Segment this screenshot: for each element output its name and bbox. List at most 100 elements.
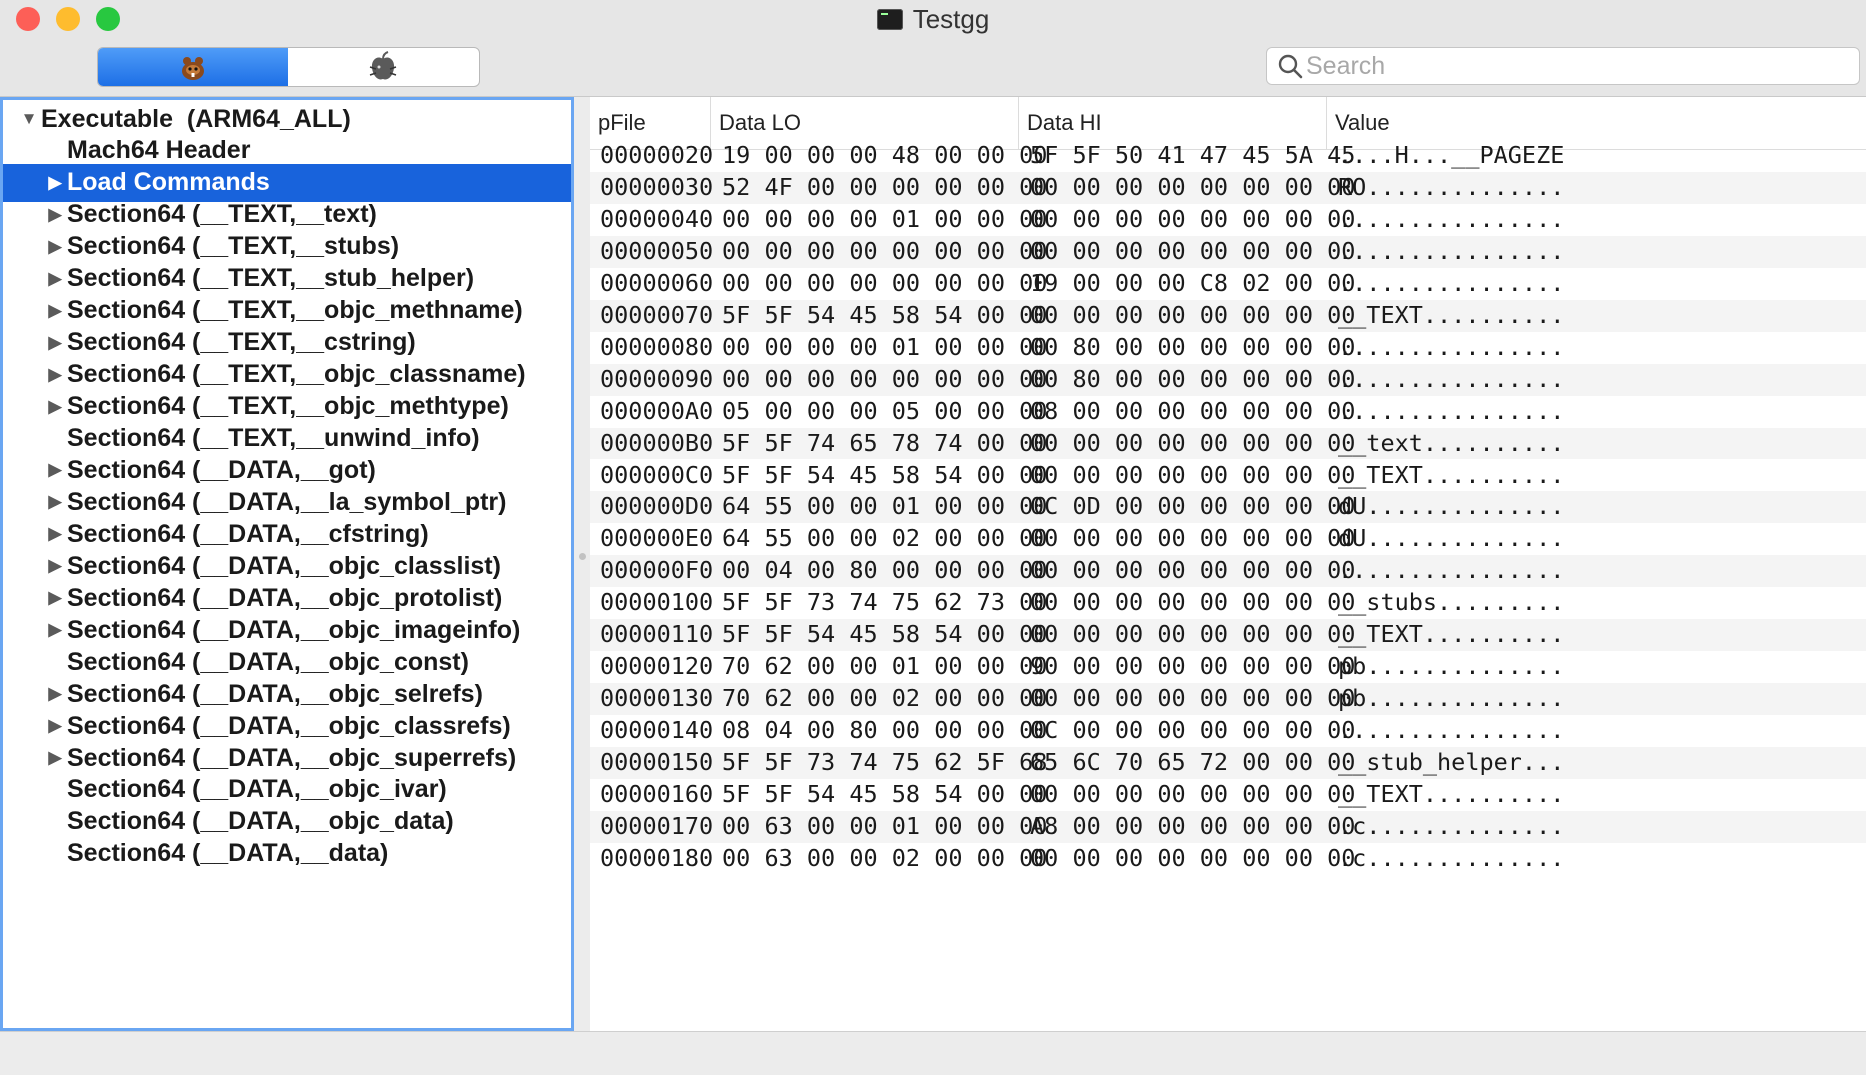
disclosure-collapsed-icon[interactable]: ▶ xyxy=(43,237,67,257)
disclosure-collapsed-icon[interactable]: ▶ xyxy=(43,556,67,576)
table-row[interactable]: 000000E0 64 55 00 00 02 00 00 00 00 00 00 … xyxy=(590,523,1866,555)
value-cell: RO.............. xyxy=(1338,172,1565,201)
split-view-divider[interactable] xyxy=(574,97,590,1031)
table-row[interactable]: 00000180 00 63 00 00 02 00 00 00 00 00 00 … xyxy=(590,843,1866,875)
pfile-cell: 000000E0 xyxy=(600,524,714,553)
pfile-cell: 00000080 xyxy=(600,332,714,361)
table-row[interactable]: 000000D0 64 55 00 00 01 00 00 00 0C 0D 00 … xyxy=(590,491,1866,524)
structure-tree[interactable]: ▼ Executable (ARM64_ALL) Mach64 Header ▶ Loa… xyxy=(0,97,574,1031)
pfile-cell: 00000050 xyxy=(600,236,714,265)
data-lo-cell: 00 63 00 00 02 00 00 00 xyxy=(722,843,1048,872)
value-cell: __TEXT.......... xyxy=(1338,300,1565,329)
disclosure-collapsed-icon[interactable]: ▶ xyxy=(43,301,67,321)
pfile-cell: 00000160 xyxy=(600,780,714,808)
table-row[interactable]: 00000080 00 00 00 00 01 00 00 00 00 80 00 … xyxy=(590,332,1866,364)
value-cell: dU.............. xyxy=(1338,524,1565,553)
table-row[interactable]: 00000110 5F 5F 54 45 58 54 00 00 00 00 00 … xyxy=(590,619,1866,652)
value-cell: pb.............. xyxy=(1338,684,1565,713)
tree-item-label: Load Commands xyxy=(67,168,270,197)
table-row[interactable]: 000000C0 5F 5F 54 45 58 54 00 00 00 00 00 … xyxy=(590,460,1866,492)
disclosure-collapsed-icon[interactable]: ▶ xyxy=(43,524,67,544)
data-hi-cell: 0C 0D 00 00 00 00 00 00 xyxy=(1030,492,1356,521)
disclosure-collapsed-icon[interactable]: ▶ xyxy=(43,269,67,289)
disclosure-collapsed-icon[interactable]: ▶ xyxy=(43,205,67,225)
disclosure-collapsed-icon[interactable]: ▶ xyxy=(43,460,67,480)
data-hi-cell: 00 00 00 00 00 00 00 00 xyxy=(1030,300,1356,329)
value-cell: ................ xyxy=(1338,364,1565,393)
search-field[interactable] xyxy=(1266,47,1860,85)
table-row[interactable]: 00000170 00 63 00 00 01 00 00 00 A8 00 00 … xyxy=(590,810,1866,843)
disclosure-collapsed-icon[interactable]: ▶ xyxy=(43,173,67,193)
pfile-cell: 00000030 xyxy=(600,172,714,201)
value-cell: ................ xyxy=(1338,236,1565,265)
value-cell: __TEXT.......... xyxy=(1338,460,1565,489)
value-cell: __stub_helper... xyxy=(1338,748,1565,777)
disclosure-collapsed-icon[interactable]: ▶ xyxy=(43,716,67,736)
value-cell: ................ xyxy=(1338,556,1565,585)
table-row[interactable]: 00000020 19 00 00 00 48 00 00 00 5F 5F 50 … xyxy=(590,140,1866,172)
table-row[interactable]: 00000100 5F 5F 73 74 75 62 73 00 00 00 00 … xyxy=(590,587,1866,619)
data-lo-cell: 5F 5F 54 45 58 54 00 00 xyxy=(722,620,1048,649)
table-row[interactable]: 00000160 5F 5F 54 45 58 54 00 00 00 00 00 … xyxy=(590,779,1866,811)
table-row[interactable]: 000000A0 05 00 00 00 05 00 00 00 08 00 00 … xyxy=(590,396,1866,428)
tree-item-label: Section64 (__DATA,__objc_selrefs) xyxy=(67,679,483,708)
tree-item-label: Section64 (__DATA,__objc_data) xyxy=(67,807,454,836)
disclosure-collapsed-icon[interactable]: ▶ xyxy=(43,748,67,768)
data-hi-cell: 00 00 00 00 00 00 00 00 xyxy=(1030,524,1356,553)
table-row[interactable]: 00000030 52 4F 00 00 00 00 00 00 00 00 00 … xyxy=(590,171,1866,204)
table-row[interactable]: 000000B0 5F 5F 74 65 78 74 00 00 00 00 00 … xyxy=(590,427,1866,460)
disclosure-collapsed-icon[interactable]: ▶ xyxy=(43,492,67,512)
data-hi-cell: 00 00 00 00 00 00 00 00 xyxy=(1030,460,1356,489)
search-input[interactable] xyxy=(1304,51,1848,81)
terminal-icon xyxy=(876,8,903,30)
pfile-cell: 00000040 xyxy=(600,204,714,233)
data-hi-cell: 5F 5F 50 41 47 45 5A 45 xyxy=(1030,141,1356,169)
table-row[interactable]: 00000060 00 00 00 00 00 00 00 00 19 00 00 … xyxy=(590,268,1866,300)
value-cell: .c.............. xyxy=(1338,811,1565,840)
data-lo-cell: 70 62 00 00 01 00 00 00 xyxy=(722,652,1048,681)
pfile-cell: 00000130 xyxy=(600,684,714,713)
data-lo-cell: 70 62 00 00 02 00 00 00 xyxy=(722,684,1048,713)
hex-data-table[interactable]: pFile Data LO Data HI Value 00000020 19 00 0… xyxy=(590,97,1866,1031)
data-lo-cell: 00 04 00 80 00 00 00 00 xyxy=(722,556,1048,585)
data-lo-cell: 64 55 00 00 01 00 00 00 xyxy=(722,492,1048,521)
table-row[interactable]: 00000120 70 62 00 00 01 00 00 00 90 00 00 … xyxy=(590,651,1866,683)
disclosure-collapsed-icon[interactable]: ▶ xyxy=(43,333,67,353)
window-title-group: Testgg xyxy=(0,0,1866,38)
rodent-icon xyxy=(182,57,204,80)
disclosure-collapsed-icon[interactable]: ▶ xyxy=(43,397,67,417)
tree-item-label: Section64 (__DATA,__objc_ivar) xyxy=(67,775,447,804)
pfile-cell: 00000120 xyxy=(600,652,714,681)
disclosure-expanded-icon[interactable]: ▼ xyxy=(17,109,41,129)
table-row[interactable]: 00000150 5F 5F 73 74 75 62 5F 68 65 6C 70 … xyxy=(590,747,1866,779)
value-cell: ....H...__PAGEZE xyxy=(1338,141,1565,169)
tree-item-label: Section64 (__TEXT,__cstring) xyxy=(67,328,416,357)
table-row[interactable]: 00000040 00 00 00 00 01 00 00 00 00 00 00 … xyxy=(590,204,1866,236)
table-row[interactable]: 000000F0 00 04 00 80 00 00 00 00 00 00 00 … xyxy=(590,555,1866,588)
data-lo-cell: 00 00 00 00 01 00 00 00 xyxy=(722,204,1048,233)
tree-item-label: Section64 (__DATA,__got) xyxy=(67,455,376,484)
table-row[interactable]: 00000090 00 00 00 00 00 00 00 00 00 80 00 … xyxy=(590,363,1866,396)
disclosure-collapsed-icon[interactable]: ▶ xyxy=(43,620,67,640)
table-row[interactable]: 00000140 08 04 00 80 00 00 00 00 0C 00 00 … xyxy=(590,715,1866,747)
table-row[interactable]: 00000130 70 62 00 00 02 00 00 00 00 00 00 … xyxy=(590,683,1866,716)
tree-item-label: Section64 (__DATA,__data) xyxy=(67,839,389,868)
disclosure-collapsed-icon[interactable]: ▶ xyxy=(43,365,67,385)
tree-item[interactable]: Section64 (__DATA,__data) xyxy=(3,835,571,873)
data-lo-cell: 00 63 00 00 01 00 00 00 xyxy=(722,811,1048,840)
pfile-cell: 00000170 xyxy=(600,811,714,840)
tree-item-label: Section64 (__DATA,__objc_classlist) xyxy=(67,551,501,580)
disclosure-collapsed-icon[interactable]: ▶ xyxy=(43,684,67,704)
disclosure-collapsed-icon[interactable]: ▶ xyxy=(43,588,67,608)
segment-rodent[interactable] xyxy=(98,48,288,86)
data-lo-cell: 5F 5F 54 45 58 54 00 00 xyxy=(722,460,1048,489)
tree-item-label: Section64 (__DATA,__cfstring) xyxy=(67,519,429,548)
segment-apple-bug[interactable] xyxy=(288,48,478,86)
tree-item-label: Section64 (__DATA,__objc_protolist) xyxy=(67,583,503,612)
table-row[interactable]: 00000070 5F 5F 54 45 58 54 00 00 00 00 00 … xyxy=(590,299,1866,332)
data-lo-cell: 5F 5F 54 45 58 54 00 00 xyxy=(722,780,1048,808)
table-row[interactable]: 00000050 00 00 00 00 00 00 00 00 00 00 00 … xyxy=(590,235,1866,268)
pfile-cell: 00000150 xyxy=(600,748,714,777)
tree-item-label: Section64 (__TEXT,__objc_classname) xyxy=(67,360,526,389)
data-hi-cell: 00 80 00 00 00 00 00 00 xyxy=(1030,332,1356,361)
